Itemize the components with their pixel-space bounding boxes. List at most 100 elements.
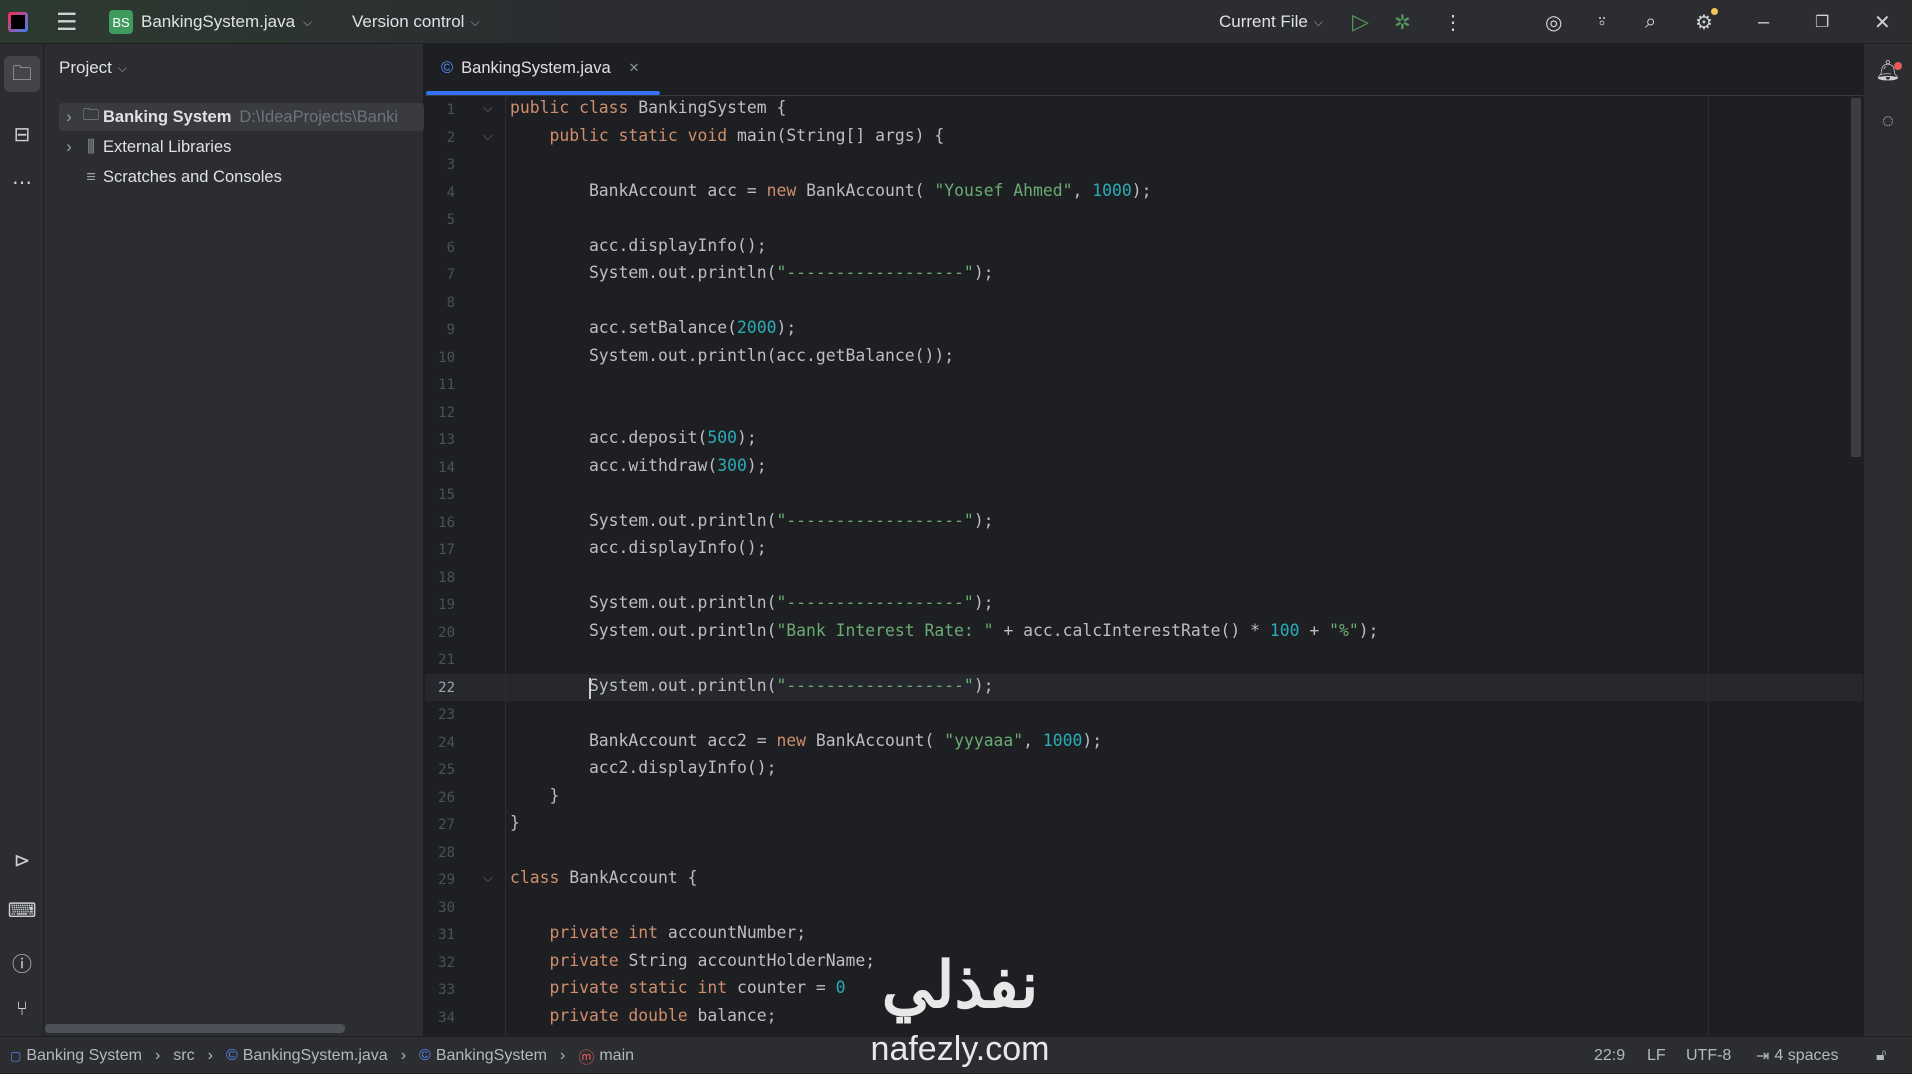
line-number: 16 [438, 514, 455, 531]
code-token: System.out.println( [510, 510, 777, 530]
code-token: acc.deposit( [510, 428, 708, 447]
line-number: 25 [438, 762, 455, 778]
code-line: System.out.println("------------------")… [510, 263, 994, 282]
code-line: System.out.println("------------------")… [510, 511, 994, 530]
line-separator[interactable]: LF [1647, 1037, 1666, 1074]
structure-icon[interactable]: ⊟ [0, 122, 44, 147]
tree-item-scratches[interactable]: ≡ Scratches and Consoles [59, 163, 424, 191]
ai-chat-icon[interactable]: ◌ [1866, 110, 1910, 133]
indent-setting[interactable]: ⇥ 4 spaces [1756, 1037, 1838, 1074]
code-token: + acc.calcInterestRate() * [993, 620, 1270, 640]
problems-icon[interactable]: ⓘ [0, 948, 44, 977]
caret-position[interactable]: 22:9 [1594, 1037, 1625, 1074]
minimize-icon[interactable]: – [1758, 0, 1769, 44]
line-number: 34 [438, 1009, 455, 1026]
project-panel: Project ⌵ › 🗀 Banking System D:\IdeaProj… [44, 44, 424, 1036]
code-token: , [1023, 730, 1043, 750]
line-number: 12 [438, 404, 455, 421]
breadcrumb-project[interactable]: Banking System [26, 1047, 142, 1065]
code-token: BankAccount acc2 = [510, 730, 777, 750]
code-token: acc.setBalance( [510, 318, 737, 337]
breadcrumb-src[interactable]: src [173, 1047, 194, 1065]
code-token: "------------------" [776, 510, 974, 530]
watermark-arabic: نفذلي [881, 949, 1039, 1021]
project-folder-icon[interactable]: 🗀 [4, 56, 40, 92]
close-tab-icon[interactable]: ✕ [629, 60, 640, 76]
more-tools-icon[interactable]: ⋯ [0, 170, 44, 195]
settings-icon[interactable]: ⚙ [1695, 0, 1718, 44]
code-token: BankingSystem { [638, 98, 787, 117]
tab-banking-system-java[interactable]: © BankingSystem.java ✕ [441, 44, 640, 92]
horizontal-scrollbar[interactable] [45, 1024, 345, 1033]
breadcrumb-method[interactable]: main [599, 1047, 634, 1065]
line-number: 31 [438, 927, 455, 943]
run-tool-icon[interactable]: ⊳ [0, 848, 44, 873]
project-selector[interactable]: BS BankingSystem.java ⌵ [109, 0, 312, 44]
fold-chevron-icon[interactable]: ⌵ [483, 100, 493, 116]
tree-item-external-libraries[interactable]: › ⫼ External Libraries [59, 133, 424, 161]
line-number: 4 [446, 184, 455, 201]
code-token: class [510, 868, 570, 887]
restore-icon[interactable]: ❐ [1815, 0, 1829, 44]
tree-item-label: Scratches and Consoles [103, 167, 282, 186]
editor-tabs: © BankingSystem.java ✕ [425, 44, 1863, 96]
file-encoding[interactable]: UTF-8 [1686, 1037, 1731, 1074]
code-token: acc.withdraw( [510, 455, 718, 475]
line-number: 18 [438, 569, 455, 586]
code-token: "------------------" [776, 263, 974, 282]
code-token: private static int [549, 978, 737, 997]
add-user-icon[interactable]: ⍤ [1596, 0, 1608, 44]
line-number: 24 [438, 734, 455, 751]
main-menu-icon[interactable]: ☰ [56, 0, 78, 44]
line-number: 30 [438, 899, 455, 916]
code-token: System.out.println( [510, 675, 777, 695]
code-line: } [510, 786, 559, 805]
code-token: "%" [1329, 620, 1359, 640]
intellij-logo-icon[interactable] [8, 0, 28, 44]
line-number: 26 [438, 789, 455, 806]
breadcrumb-class[interactable]: BankingSystem [436, 1047, 547, 1065]
debug-icon[interactable]: ✲ [1394, 0, 1411, 44]
line-number: 8 [446, 294, 455, 311]
code-line: acc.setBalance(2000); [510, 318, 796, 337]
more-actions-icon[interactable]: ⋮ [1443, 0, 1463, 44]
scratches-icon: ≡ [86, 167, 96, 186]
code-token: 1000 [1042, 730, 1083, 750]
text-caret [589, 677, 591, 699]
project-panel-header[interactable]: Project ⌵ [59, 58, 127, 78]
fold-chevron-icon[interactable]: ⌵ [483, 128, 493, 144]
line-number: 5 [446, 212, 455, 228]
vertical-scrollbar[interactable] [1851, 98, 1861, 457]
chevron-right-icon: › [207, 1046, 213, 1064]
java-class-icon: © [419, 1046, 431, 1064]
code-editor[interactable]: 1 ⌵ public class BankingSystem {2 ⌵ public … [425, 96, 1863, 1036]
code-token: } [510, 785, 560, 805]
code-token: public static void [549, 125, 737, 145]
tree-item-label: Banking System [103, 107, 232, 126]
fold-chevron-icon[interactable]: ⌵ [483, 870, 493, 886]
read-only-lock-icon[interactable]: 🔓︎ [1876, 1037, 1886, 1074]
close-icon[interactable]: ✕ [1874, 0, 1891, 44]
search-icon[interactable]: ⌕ [1645, 0, 1656, 44]
code-token: private [549, 950, 629, 970]
code-token: 1000 [1092, 180, 1132, 200]
line-number: 14 [438, 459, 455, 476]
code-line: acc.displayInfo(); [510, 236, 767, 255]
breadcrumb-file[interactable]: BankingSystem.java [243, 1047, 388, 1065]
breadcrumb: ▢ Banking System › src › © BankingSystem… [10, 1037, 634, 1074]
notifications-icon[interactable]: 🔔︎ [1866, 58, 1910, 83]
version-control-menu[interactable]: Version control ⌵ [352, 0, 480, 44]
project-name: BankingSystem.java [141, 12, 296, 31]
code-token: new [776, 730, 816, 750]
run-icon[interactable]: ▷ [1352, 0, 1369, 44]
git-icon[interactable]: ⑂ [0, 998, 44, 1021]
code-token: 100 [1269, 620, 1300, 640]
code-token: "yyyaaa" [944, 730, 1024, 750]
ai-assistant-icon[interactable]: ◎ [1545, 0, 1562, 44]
terminal-icon[interactable]: ⌨ [0, 898, 44, 923]
tree-item-banking-system[interactable]: › 🗀 Banking System D:\IdeaProjects\Banki [59, 103, 424, 131]
version-control-label: Version control [352, 12, 465, 31]
run-config-selector[interactable]: Current File ⌵ [1219, 0, 1323, 44]
